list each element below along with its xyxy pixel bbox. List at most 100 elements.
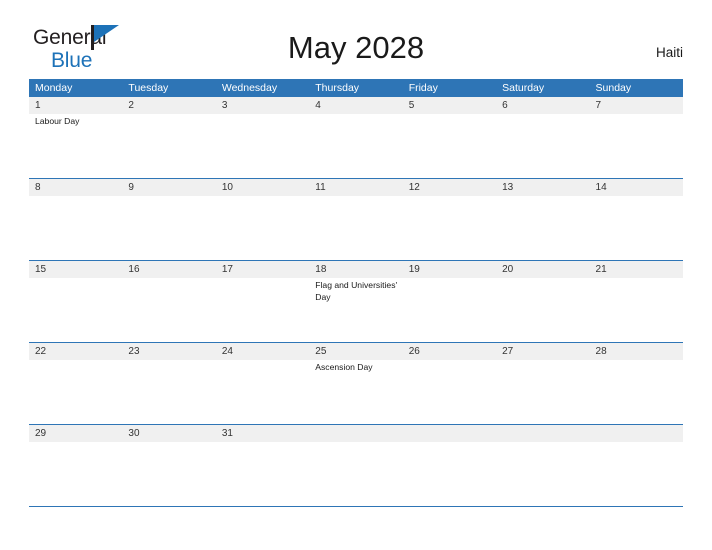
day-number[interactable]: 5: [403, 97, 496, 114]
holiday-event-label: Labour Day: [35, 116, 80, 126]
day-cell[interactable]: [590, 196, 683, 260]
day-cell[interactable]: [309, 114, 402, 178]
day-number[interactable]: 27: [496, 343, 589, 360]
day-number[interactable]: 19: [403, 261, 496, 278]
day-number[interactable]: 11: [309, 179, 402, 196]
calendar-event-band: [29, 442, 683, 506]
day-number[interactable]: 28: [590, 343, 683, 360]
day-cell[interactable]: [29, 442, 122, 506]
calendar-date-number-band: 1234567: [29, 97, 683, 114]
calendar-date-number-band: 22 23 24 25 26 27 28: [29, 342, 683, 360]
day-cell[interactable]: [590, 278, 683, 342]
day-cell[interactable]: [496, 196, 589, 260]
day-number[interactable]: 13: [496, 179, 589, 196]
calendar-weekday-header: Monday Tuesday Wednesday Thursday Friday…: [29, 79, 683, 97]
day-number[interactable]: 4: [309, 97, 402, 114]
day-cell[interactable]: [122, 360, 215, 424]
day-cell[interactable]: Ascension Day: [309, 360, 402, 424]
day-number[interactable]: 29: [29, 425, 122, 442]
day-cell[interactable]: [403, 360, 496, 424]
day-cell[interactable]: Flag and Universities' Day: [309, 278, 402, 342]
day-number[interactable]: 3: [216, 97, 309, 114]
page-title: May 2028: [287, 30, 425, 65]
country-label: Haiti: [655, 45, 683, 60]
day-cell[interactable]: [403, 114, 496, 178]
day-number[interactable]: 21: [590, 261, 683, 278]
day-number[interactable]: 22: [29, 343, 122, 360]
day-number[interactable]: 9: [122, 179, 215, 196]
day-number[interactable]: 7: [590, 97, 683, 114]
weekday-header-tuesday: Tuesday: [128, 82, 169, 94]
calendar-grid: Monday Tuesday Wednesday Thursday Friday…: [29, 79, 683, 507]
calendar-bottom-rule: [29, 506, 683, 507]
calendar-event-band: Flag and Universities' Day: [29, 278, 683, 342]
day-number[interactable]: 23: [122, 343, 215, 360]
weekday-header-thursday: Thursday: [315, 82, 360, 94]
day-number[interactable]: 16: [122, 261, 215, 278]
calendar-date-number-band: 29 30 31: [29, 424, 683, 442]
day-cell: [403, 442, 496, 506]
day-cell[interactable]: [590, 360, 683, 424]
day-cell[interactable]: [29, 278, 122, 342]
day-number[interactable]: 20: [496, 261, 589, 278]
day-cell[interactable]: [122, 114, 215, 178]
day-cell[interactable]: [590, 114, 683, 178]
day-cell: [496, 442, 589, 506]
day-number[interactable]: 1: [29, 97, 122, 114]
calendar-date-number-band: 8 9 10 11 12 13 14: [29, 178, 683, 196]
day-cell[interactable]: [496, 114, 589, 178]
calendar-week-row: 8 9 10 11 12 13 14: [29, 178, 683, 260]
day-cell[interactable]: [216, 196, 309, 260]
page-header: General Blue May 2028 Haiti: [0, 0, 712, 71]
day-number[interactable]: 8: [29, 179, 122, 196]
day-cell[interactable]: [29, 360, 122, 424]
day-number[interactable]: 17: [216, 261, 309, 278]
holiday-event-label: Ascension Day: [315, 362, 373, 372]
day-number[interactable]: 25: [309, 343, 402, 360]
day-cell[interactable]: [403, 278, 496, 342]
day-number[interactable]: 18: [309, 261, 402, 278]
calendar-date-number-band: 15 16 17 18 19 20 21: [29, 260, 683, 278]
day-number[interactable]: 6: [496, 97, 589, 114]
day-cell[interactable]: [216, 442, 309, 506]
day-cell: [590, 442, 683, 506]
weekday-header-monday: Monday: [35, 82, 73, 94]
day-cell[interactable]: Labour Day: [29, 114, 122, 178]
calendar-event-band: Ascension Day: [29, 360, 683, 424]
day-cell[interactable]: [496, 360, 589, 424]
day-cell[interactable]: [309, 196, 402, 260]
weekday-header-saturday: Saturday: [502, 82, 545, 94]
day-number[interactable]: 12: [403, 179, 496, 196]
day-cell[interactable]: [216, 278, 309, 342]
calendar-week-row: 29 30 31: [29, 424, 683, 506]
day-number-empty: [309, 425, 402, 442]
day-cell[interactable]: [216, 360, 309, 424]
calendar-week-row: 1 2 3 4 5 6 7 Labour Day: [29, 97, 683, 178]
day-number[interactable]: 15: [29, 261, 122, 278]
calendar-event-band: [29, 196, 683, 260]
day-cell[interactable]: [403, 196, 496, 260]
day-number[interactable]: 14: [590, 179, 683, 196]
day-number-empty: [496, 425, 589, 442]
day-cell[interactable]: [122, 196, 215, 260]
day-number[interactable]: 24: [216, 343, 309, 360]
day-cell[interactable]: [496, 278, 589, 342]
day-number-empty: [403, 425, 496, 442]
calendar-week-row: 22 23 24 25 26 27 28 Ascension Day: [29, 342, 683, 424]
weekday-header-sunday: Sunday: [595, 82, 632, 94]
day-cell: [309, 442, 402, 506]
day-number[interactable]: 10: [216, 179, 309, 196]
day-number[interactable]: 26: [403, 343, 496, 360]
calendar-weeks: 1 2 3 4 5 6 7 Labour Day 8 9 10 11 12 13 14 15 16 17 18 19 2…: [29, 97, 683, 506]
day-cell[interactable]: [216, 114, 309, 178]
holiday-event-label: Flag and Universities' Day: [315, 280, 398, 302]
day-number[interactable]: 2: [122, 97, 215, 114]
calendar-event-band: Labour Day: [29, 114, 683, 178]
day-number[interactable]: 31: [216, 425, 309, 442]
day-number[interactable]: 30: [122, 425, 215, 442]
day-cell[interactable]: [29, 196, 122, 260]
day-number-empty: [590, 425, 683, 442]
day-cell[interactable]: [122, 442, 215, 506]
weekday-header-friday: Friday: [408, 82, 438, 94]
day-cell[interactable]: [122, 278, 215, 342]
